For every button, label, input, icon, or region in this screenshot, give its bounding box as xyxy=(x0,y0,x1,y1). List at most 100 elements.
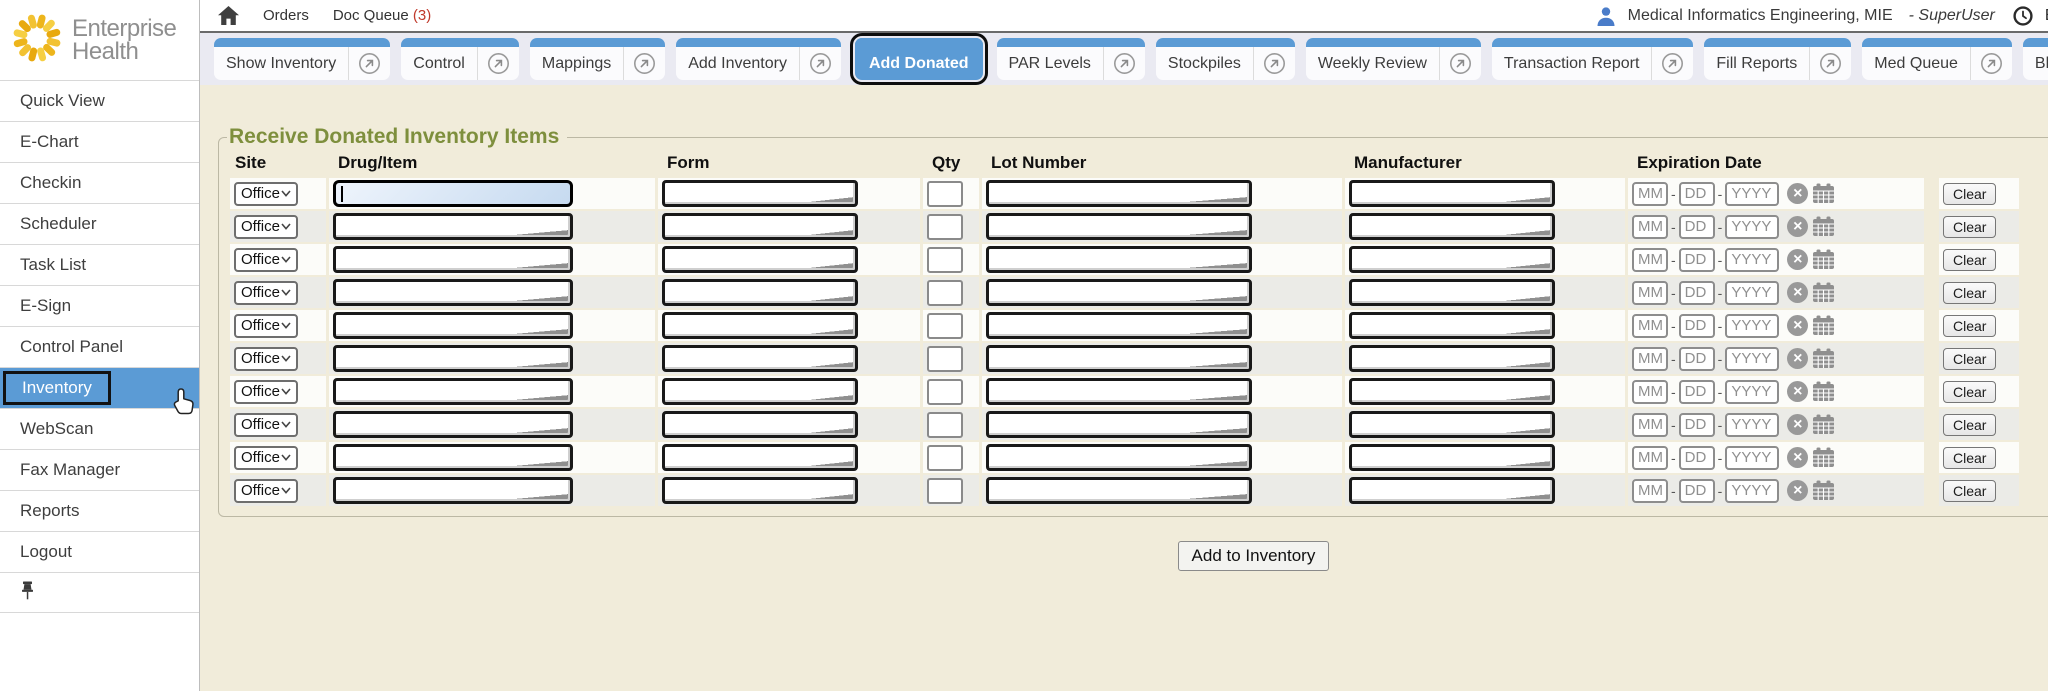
manufacturer-input[interactable] xyxy=(1349,246,1555,273)
sidebar-item-e-chart[interactable]: E-Chart xyxy=(0,121,199,162)
clear-date-icon[interactable]: × xyxy=(1787,216,1808,237)
manufacturer-input[interactable] xyxy=(1349,345,1555,372)
tab-open-arrow-icon[interactable] xyxy=(1253,47,1295,80)
expiration-yyyy-input[interactable]: YYYY xyxy=(1725,347,1779,371)
tab-control[interactable]: Control xyxy=(401,38,519,80)
expiration-mm-input[interactable]: MM xyxy=(1632,314,1668,338)
form-input[interactable] xyxy=(662,345,858,372)
qty-input[interactable] xyxy=(927,412,963,438)
expiration-dd-input[interactable]: DD xyxy=(1679,479,1715,503)
expiration-yyyy-input[interactable]: YYYY xyxy=(1725,215,1779,239)
drug-item-input[interactable] xyxy=(333,444,573,471)
expiration-dd-input[interactable]: DD xyxy=(1679,248,1715,272)
tab-add-inventory[interactable]: Add Inventory xyxy=(676,38,841,80)
tab-show-inventory[interactable]: Show Inventory xyxy=(214,38,390,80)
clear-date-icon[interactable]: × xyxy=(1787,348,1808,369)
site-select[interactable]: Office xyxy=(234,182,298,206)
expiration-dd-input[interactable]: DD xyxy=(1679,281,1715,305)
sidebar-item-fax-manager[interactable]: Fax Manager xyxy=(0,449,199,490)
calendar-icon[interactable] xyxy=(1812,348,1835,369)
site-select[interactable]: Office xyxy=(234,347,298,371)
form-input[interactable] xyxy=(662,246,858,273)
manufacturer-input[interactable] xyxy=(1349,180,1555,207)
clear-date-icon[interactable]: × xyxy=(1787,315,1808,336)
calendar-icon[interactable] xyxy=(1812,447,1835,468)
doc-queue-link[interactable]: Doc Queue (3) xyxy=(333,7,431,24)
tab-open-arrow-icon[interactable] xyxy=(348,47,390,80)
clear-row-button[interactable]: Clear xyxy=(1943,216,1996,238)
site-select[interactable]: Office xyxy=(234,479,298,503)
clear-row-button[interactable]: Clear xyxy=(1943,480,1996,502)
expiration-dd-input[interactable]: DD xyxy=(1679,314,1715,338)
form-input[interactable] xyxy=(662,312,858,339)
clear-date-icon[interactable]: × xyxy=(1787,249,1808,270)
lot-number-input[interactable] xyxy=(986,411,1252,438)
tab-par-levels[interactable]: PAR Levels xyxy=(997,38,1145,80)
clear-row-button[interactable]: Clear xyxy=(1943,348,1996,370)
qty-input[interactable] xyxy=(927,214,963,240)
expiration-mm-input[interactable]: MM xyxy=(1632,380,1668,404)
drug-item-input[interactable] xyxy=(333,279,573,306)
add-to-inventory-button[interactable]: Add to Inventory xyxy=(1178,541,1330,571)
calendar-icon[interactable] xyxy=(1812,381,1835,402)
sidebar-item-reports[interactable]: Reports xyxy=(0,490,199,531)
drug-item-input[interactable] xyxy=(333,345,573,372)
form-input[interactable] xyxy=(662,444,858,471)
form-input[interactable] xyxy=(662,411,858,438)
qty-input[interactable] xyxy=(927,346,963,372)
tab-med-queue[interactable]: Med Queue xyxy=(1862,38,2012,80)
tab-open-arrow-icon[interactable] xyxy=(799,47,841,80)
expiration-mm-input[interactable]: MM xyxy=(1632,182,1668,206)
site-select[interactable]: Office xyxy=(234,314,298,338)
tab-open-arrow-icon[interactable] xyxy=(1439,47,1481,80)
drug-item-input[interactable] xyxy=(333,180,573,207)
calendar-icon[interactable] xyxy=(1812,414,1835,435)
manufacturer-input[interactable] xyxy=(1349,477,1555,504)
expiration-yyyy-input[interactable]: YYYY xyxy=(1725,248,1779,272)
form-input[interactable] xyxy=(662,213,858,240)
expiration-mm-input[interactable]: MM xyxy=(1632,281,1668,305)
manufacturer-input[interactable] xyxy=(1349,444,1555,471)
expiration-mm-input[interactable]: MM xyxy=(1632,215,1668,239)
manufacturer-input[interactable] xyxy=(1349,411,1555,438)
lot-number-input[interactable] xyxy=(986,180,1252,207)
expiration-dd-input[interactable]: DD xyxy=(1679,347,1715,371)
sidebar-item-webscan[interactable]: WebScan xyxy=(0,408,199,449)
orders-link[interactable]: Orders xyxy=(263,7,309,24)
tab-open-arrow-icon[interactable] xyxy=(1970,47,2012,80)
manufacturer-input[interactable] xyxy=(1349,213,1555,240)
site-select[interactable]: Office xyxy=(234,380,298,404)
site-select[interactable]: Office xyxy=(234,248,298,272)
form-input[interactable] xyxy=(662,378,858,405)
tab-fill-reports[interactable]: Fill Reports xyxy=(1704,38,1851,80)
expiration-yyyy-input[interactable]: YYYY xyxy=(1725,446,1779,470)
expiration-dd-input[interactable]: DD xyxy=(1679,446,1715,470)
lot-number-input[interactable] xyxy=(986,444,1252,471)
lot-number-input[interactable] xyxy=(986,279,1252,306)
qty-input[interactable] xyxy=(927,478,963,504)
expiration-mm-input[interactable]: MM xyxy=(1632,446,1668,470)
expiration-yyyy-input[interactable]: YYYY xyxy=(1725,413,1779,437)
tab-open-arrow-icon[interactable] xyxy=(1809,47,1851,80)
sidebar-item-scheduler[interactable]: Scheduler xyxy=(0,203,199,244)
sidebar-item-task-list[interactable]: Task List xyxy=(0,244,199,285)
tab-open-arrow-icon[interactable] xyxy=(1103,47,1145,80)
lot-number-input[interactable] xyxy=(986,246,1252,273)
tab-transaction-report[interactable]: Transaction Report xyxy=(1492,38,1693,80)
site-select[interactable]: Office xyxy=(234,215,298,239)
sidebar-item-e-sign[interactable]: E-Sign xyxy=(0,285,199,326)
tab-add-donated[interactable]: Add Donated xyxy=(855,38,983,80)
site-select[interactable]: Office xyxy=(234,281,298,305)
sidebar-item-checkin[interactable]: Checkin xyxy=(0,162,199,203)
lot-number-input[interactable] xyxy=(986,477,1252,504)
sidebar-pin-row[interactable] xyxy=(0,572,199,613)
site-select[interactable]: Office xyxy=(234,446,298,470)
form-input[interactable] xyxy=(662,180,858,207)
clear-row-button[interactable]: Clear xyxy=(1943,183,1996,205)
clear-row-button[interactable]: Clear xyxy=(1943,249,1996,271)
sidebar-item-inventory[interactable]: Inventory xyxy=(0,367,199,408)
clear-date-icon[interactable]: × xyxy=(1787,381,1808,402)
clear-date-icon[interactable]: × xyxy=(1787,480,1808,501)
clear-date-icon[interactable]: × xyxy=(1787,414,1808,435)
form-input[interactable] xyxy=(662,477,858,504)
